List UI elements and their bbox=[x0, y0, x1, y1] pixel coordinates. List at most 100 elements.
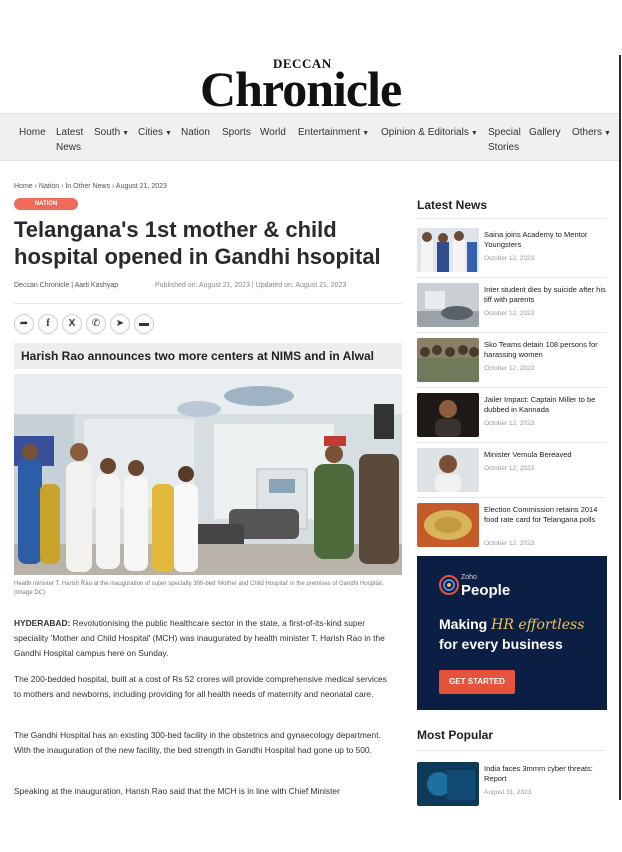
divider bbox=[417, 218, 605, 219]
get-started-button[interactable]: GET STARTED bbox=[439, 670, 515, 694]
news-title: Saina joins Academy to Mentor Youngsters bbox=[484, 230, 588, 249]
nav-label: Others bbox=[572, 127, 603, 138]
article-paragraph: The 200-bedded hospital, built at a cost… bbox=[14, 674, 387, 699]
zoho-logo-icon bbox=[439, 575, 459, 595]
x-twitter-icon[interactable]: X bbox=[62, 314, 82, 334]
divider bbox=[417, 332, 605, 333]
paragraph-text: Revolutionising the public healthcare se… bbox=[14, 618, 385, 658]
nav-label: Cities bbox=[138, 127, 164, 138]
ad-headline: Making HR effortless bbox=[439, 616, 584, 633]
divider bbox=[14, 303, 402, 304]
news-date: August 31, 2023 bbox=[484, 789, 532, 796]
masthead[interactable]: DECCAN Chronicle bbox=[0, 52, 622, 117]
nav-label: Sports bbox=[222, 127, 251, 138]
main-navigation: Home Latest News South ▼ Cities ▼ Nation S… bbox=[0, 113, 619, 161]
thumbnail-image bbox=[417, 503, 479, 547]
whatsapp-icon[interactable]: ✆ bbox=[86, 314, 106, 334]
ad-text: Making bbox=[439, 616, 492, 632]
hospital-inauguration-image bbox=[14, 374, 402, 575]
news-title: Minister Vemula Bereaved bbox=[484, 450, 572, 459]
ad-brand-small: Zoho bbox=[461, 574, 477, 581]
article-dates: Published on: August 21, 2023 | Updated … bbox=[155, 282, 347, 289]
news-title: Sko Teams detain 108 persons for harassi… bbox=[484, 340, 598, 359]
caret-down-icon: ▼ bbox=[165, 130, 172, 137]
comment-icon[interactable]: ▬ bbox=[134, 314, 154, 334]
ad-highlight-text: HR effortless bbox=[491, 617, 585, 633]
news-title: Election Commission retains 2014 food ra… bbox=[484, 505, 598, 524]
article-photo bbox=[14, 374, 402, 575]
category-badge[interactable]: NATION bbox=[14, 198, 78, 210]
latest-news-item[interactable]: Minister Vemula Bereaved October 12, 202… bbox=[417, 448, 607, 496]
most-popular-heading: Most Popular bbox=[417, 728, 494, 742]
news-thumbnail bbox=[417, 762, 479, 806]
article-byline[interactable]: Deccan Chronicle | Aarti Kashyap bbox=[14, 282, 118, 289]
thumbnail-image bbox=[417, 762, 479, 806]
nav-label: Entertainment bbox=[298, 127, 361, 138]
nav-label: South bbox=[94, 127, 121, 138]
ad-brand: People bbox=[461, 582, 511, 599]
latest-news-item[interactable]: Saina joins Academy to Mentor Youngsters… bbox=[417, 228, 607, 276]
divider bbox=[417, 750, 605, 751]
nav-special-stories[interactable]: Special Stories bbox=[488, 125, 524, 155]
nav-label: Latest News bbox=[56, 127, 84, 153]
nav-latest-news[interactable]: Latest News bbox=[56, 125, 88, 155]
news-date: October 12, 2023 bbox=[484, 310, 535, 317]
nav-label: World bbox=[260, 127, 286, 138]
news-title: India faces 3mmm cyber threats: Report bbox=[484, 764, 593, 783]
nav-others[interactable]: Others ▼ bbox=[572, 125, 611, 141]
article-headline: Telangana's 1st mother & child hospital … bbox=[14, 217, 381, 269]
caret-down-icon: ▼ bbox=[604, 130, 611, 137]
nav-world[interactable]: World bbox=[260, 125, 286, 140]
caret-down-icon: ▼ bbox=[122, 130, 130, 137]
thumbnail-image bbox=[417, 393, 479, 437]
divider bbox=[417, 497, 605, 498]
nav-cities[interactable]: Cities ▼ bbox=[138, 125, 172, 141]
latest-news-item[interactable]: Sko Teams detain 108 persons for harassi… bbox=[417, 338, 607, 386]
nav-home[interactable]: Home bbox=[19, 125, 46, 140]
article-paragraph: Speaking at the inauguration, Harish Rao… bbox=[14, 786, 340, 796]
nav-label: Gallery bbox=[529, 127, 561, 138]
latest-news-item[interactable]: Inter student dies by suicide after his … bbox=[417, 283, 607, 331]
divider bbox=[417, 442, 605, 443]
news-date: October 12, 2023 bbox=[484, 255, 535, 262]
latest-news-heading: Latest News bbox=[417, 198, 488, 212]
nav-entertainment[interactable]: Entertainment ▼ bbox=[298, 125, 369, 141]
article-paragraph: The Gandhi Hospital has an existing 300-… bbox=[14, 730, 381, 755]
news-thumbnail bbox=[417, 448, 479, 492]
thumbnail-image bbox=[417, 228, 479, 272]
thumbnail-image bbox=[417, 283, 479, 327]
news-date: October 12, 2023 bbox=[484, 540, 535, 547]
caret-down-icon: ▼ bbox=[362, 130, 370, 137]
nav-label: Special Stories bbox=[488, 127, 521, 153]
divider bbox=[417, 387, 605, 388]
thumbnail-image bbox=[417, 338, 479, 382]
breadcrumb[interactable]: Home › Nation › In Other News › August 2… bbox=[14, 183, 167, 190]
share-icon[interactable]: ➦ bbox=[14, 314, 34, 334]
popular-news-item[interactable]: India faces 3mmm cyber threats: Report A… bbox=[417, 762, 607, 810]
facebook-icon[interactable]: f bbox=[38, 314, 58, 334]
nav-label: Nation bbox=[181, 127, 210, 138]
window-edge bbox=[619, 55, 621, 800]
news-date: October 12, 2023 bbox=[484, 365, 535, 372]
logo-chronicle-text: Chronicle bbox=[200, 61, 402, 117]
news-thumbnail bbox=[417, 338, 479, 382]
thumbnail-image bbox=[417, 448, 479, 492]
nav-gallery[interactable]: Gallery bbox=[529, 125, 561, 140]
latest-news-item[interactable]: Jailer Impact: Captain Miller to be dubb… bbox=[417, 393, 607, 441]
article-subheadline: Harish Rao announces two more centers at… bbox=[14, 343, 402, 369]
nav-opinion[interactable]: Opinion & Editorials ▼ bbox=[381, 125, 478, 141]
latest-news-item[interactable]: Election Commission retains 2014 food ra… bbox=[417, 503, 607, 551]
zoho-people-ad[interactable]: Zoho People Making HR effortless for eve… bbox=[417, 556, 607, 710]
nav-sports[interactable]: Sports bbox=[222, 125, 251, 140]
news-date: October 12, 2023 bbox=[484, 465, 535, 472]
photo-caption: Health minister T. Harish Rao at the ina… bbox=[14, 581, 384, 596]
news-thumbnail bbox=[417, 228, 479, 272]
nav-south[interactable]: South ▼ bbox=[94, 125, 129, 141]
divider bbox=[417, 277, 605, 278]
nav-nation[interactable]: Nation bbox=[181, 125, 210, 140]
news-title: Inter student dies by suicide after his … bbox=[484, 285, 606, 304]
telegram-icon[interactable]: ➤ bbox=[110, 314, 130, 334]
article-paragraph: HYDERABAD: Revolutionising the public he… bbox=[14, 616, 394, 661]
dateline: HYDERABAD: bbox=[14, 618, 71, 628]
ad-headline-2: for every business bbox=[439, 636, 563, 652]
